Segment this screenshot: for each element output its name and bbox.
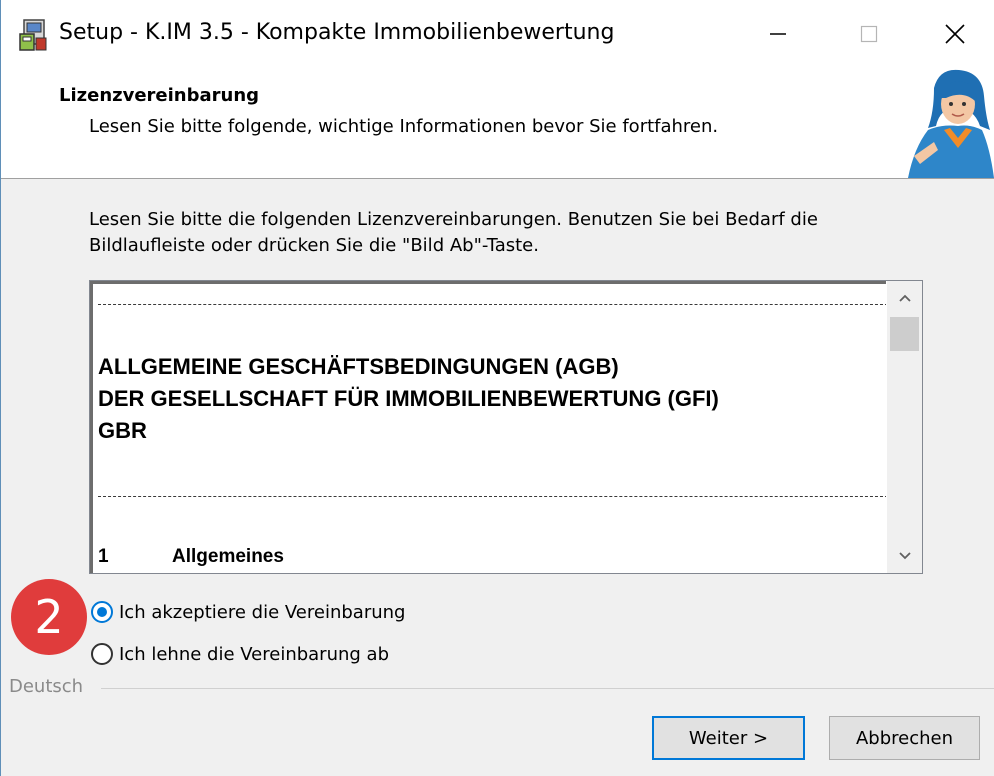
dashed-separator <box>98 496 886 497</box>
close-icon <box>944 24 965 44</box>
section-number: 1 <box>98 546 109 567</box>
maximize-icon <box>860 25 878 43</box>
next-button[interactable]: Weiter > <box>652 716 805 760</box>
maximize-button[interactable] <box>825 0 913 68</box>
minimize-button[interactable] <box>734 0 822 68</box>
close-button[interactable] <box>915 0 994 68</box>
setup-window: Setup - K.IM 3.5 - Kompakte Immobilienbe… <box>0 0 994 776</box>
page-subtitle: Lesen Sie bitte folgende, wichtige Infor… <box>89 116 719 137</box>
radio-selected-indicator[interactable] <box>91 601 113 623</box>
accept-agreement-radio[interactable]: Ich akzeptiere die Vereinbarung <box>91 601 405 623</box>
section-title: Allgemeines <box>172 546 284 567</box>
title-bar[interactable]: Setup - K.IM 3.5 - Kompakte Immobilienbe… <box>1 0 994 68</box>
license-text-viewport[interactable]: ALLGEMEINE GESCHÄFTSBEDINGUNGEN (AGB) DE… <box>90 281 886 573</box>
license-scrollbar[interactable] <box>887 281 922 573</box>
window-title: Setup - K.IM 3.5 - Kompakte Immobilienbe… <box>59 20 615 45</box>
radio-unselected-indicator[interactable] <box>91 643 113 665</box>
scroll-thumb[interactable] <box>890 317 919 351</box>
footer-divider <box>101 688 994 689</box>
accept-agreement-label[interactable]: Ich akzeptiere die Vereinbarung <box>119 602 405 623</box>
step-number-badge: 2 <box>11 579 87 655</box>
agb-heading-line: ALLGEMEINE GESCHÄFTSBEDINGUNGEN (AGB) <box>98 354 619 379</box>
decline-agreement-label[interactable]: Ich lehne die Vereinbarung ab <box>119 644 389 665</box>
scroll-down-button[interactable] <box>887 539 922 573</box>
license-instructions: Lesen Sie bitte die folgenden Lizenzvere… <box>89 209 818 256</box>
installer-app-icon <box>18 18 50 52</box>
language-label: Deutsch <box>9 676 92 697</box>
agb-heading-line: DER GESELLSCHAFT FÜR IMMOBILIENBEWERTUNG… <box>98 386 719 411</box>
section-heading: 1 Allgemeines <box>98 546 284 568</box>
agb-heading: ALLGEMEINE GESCHÄFTSBEDINGUNGEN (AGB) DE… <box>98 351 878 447</box>
license-text-box[interactable]: ALLGEMEINE GESCHÄFTSBEDINGUNGEN (AGB) DE… <box>89 280 923 574</box>
page-title: Lizenzvereinbarung <box>59 85 260 106</box>
dashed-separator <box>98 304 886 305</box>
agb-heading-line: GBR <box>98 418 147 443</box>
decline-agreement-radio[interactable]: Ich lehne die Vereinbarung ab <box>91 643 389 665</box>
page-header: Lizenzvereinbarung Lesen Sie bitte folge… <box>1 68 994 179</box>
chevron-up-icon <box>898 294 911 302</box>
minimize-icon <box>770 33 786 35</box>
scroll-up-button[interactable] <box>887 281 922 315</box>
chevron-down-icon <box>898 552 911 560</box>
mascot-illustration <box>894 68 994 178</box>
cancel-button[interactable]: Abbrechen <box>829 716 980 760</box>
